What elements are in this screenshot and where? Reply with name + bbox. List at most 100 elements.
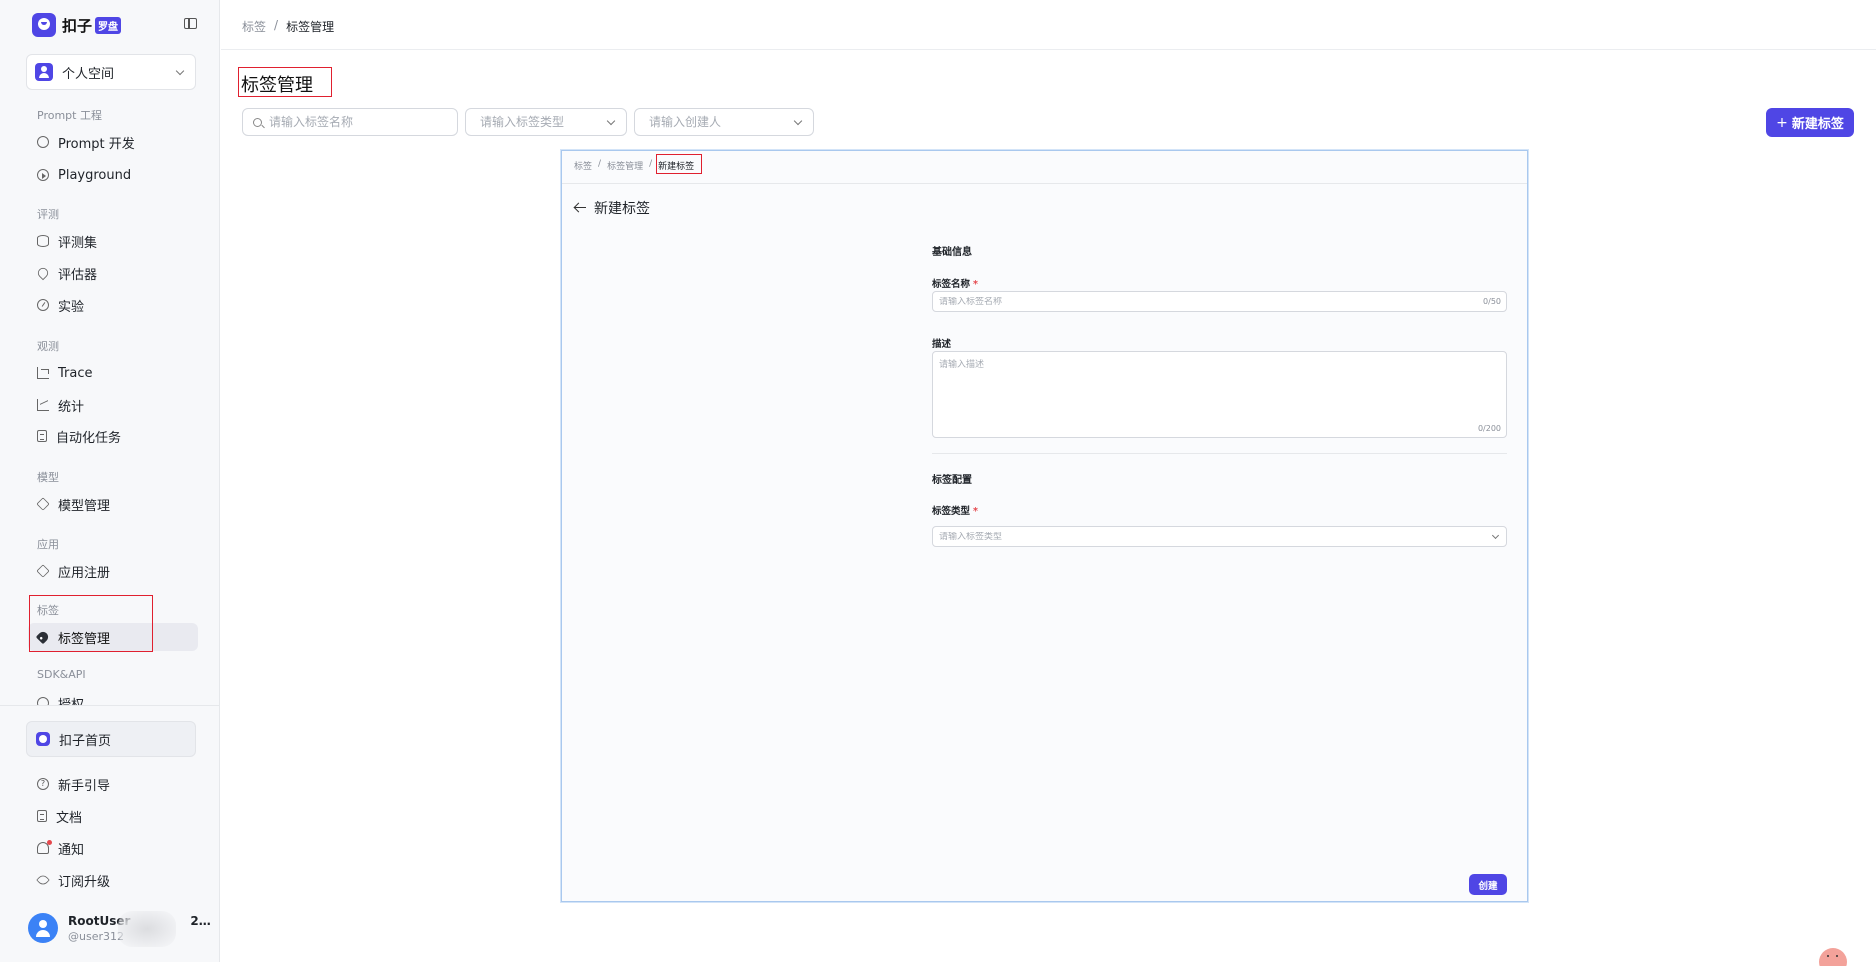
sidebar-item-label: Playground <box>58 167 132 183</box>
sidebar-item-docs[interactable]: 文档 <box>28 802 198 830</box>
group-label-model: 模型 <box>37 471 59 484</box>
description-textarea[interactable] <box>939 357 1439 387</box>
sidebar-item-evaluator[interactable]: 评估器 <box>28 259 198 287</box>
assistant-bot-icon[interactable] <box>1819 948 1847 966</box>
breadcrumb-item[interactable]: 标签管理 <box>607 159 643 172</box>
creator-filter[interactable] <box>634 108 814 136</box>
chevron-down-icon <box>1491 531 1500 540</box>
tag-name-input[interactable] <box>939 297 1439 307</box>
sidebar-item-label: 授权 <box>58 697 85 706</box>
sidebar-item-experiment[interactable]: 实验 <box>28 291 198 319</box>
breadcrumb: 标签 / 标签管理 <box>242 18 334 35</box>
tag-name-search[interactable] <box>242 108 458 136</box>
chart-icon <box>37 399 49 411</box>
tag-type-label: 标签类型 * <box>932 506 978 517</box>
required-mark: * <box>973 506 978 517</box>
top-bar <box>221 0 1876 50</box>
rocket-icon <box>36 873 50 887</box>
sidebar-item-label: 实验 <box>58 299 85 315</box>
task-icon <box>37 430 47 442</box>
brand[interactable]: 扣子 罗盘 <box>32 13 122 37</box>
panel-divider <box>562 183 1527 184</box>
brand-logo-icon <box>32 13 56 37</box>
sidebar-item-label: 文档 <box>56 810 83 826</box>
sidebar-item-prompt-dev[interactable]: Prompt 开发 <box>28 128 198 156</box>
breadcrumb-item[interactable]: 标签 <box>242 18 266 35</box>
group-label-evaluation: 评测 <box>37 208 59 221</box>
search-input[interactable] <box>269 115 449 129</box>
sidebar-item-label: 应用注册 <box>58 565 111 581</box>
sidebar: 扣子 罗盘 个人空间 Prompt 工程 Prompt 开发 Playgroun… <box>0 0 220 962</box>
sidebar-item-label: Prompt 开发 <box>58 136 135 152</box>
plus-icon: + <box>1776 114 1788 131</box>
group-label-prompt: Prompt 工程 <box>37 109 102 122</box>
new-tag-label: 新建标签 <box>1791 117 1844 132</box>
sidebar-collapse-icon[interactable] <box>184 18 197 29</box>
tag-type-select[interactable] <box>932 526 1507 547</box>
form-divider <box>932 453 1507 454</box>
creator-input[interactable] <box>649 115 779 129</box>
redacted-patch <box>118 911 176 947</box>
space-label: 个人空间 <box>62 66 115 82</box>
tag-name-label: 标签名称 * <box>932 279 978 290</box>
brand-name: 扣子 <box>62 16 93 35</box>
section-basic-info: 基础信息 <box>932 247 972 258</box>
sidebar-item-label: 模型管理 <box>58 498 111 514</box>
sidebar-item-guide[interactable]: ? 新手引导 <box>28 770 198 798</box>
chevron-down-icon <box>793 116 803 126</box>
tag-type-input[interactable] <box>480 115 610 129</box>
highlight-box <box>29 595 153 652</box>
breadcrumb-separator: / <box>598 159 602 169</box>
chevron-down-icon <box>175 66 185 76</box>
bell-icon <box>37 840 52 854</box>
home-button-label: 扣子首页 <box>59 733 112 749</box>
create-button[interactable]: 创建 <box>1469 874 1507 895</box>
sidebar-item-label: 通知 <box>58 842 85 858</box>
doc-icon <box>37 810 47 822</box>
space-selector[interactable]: 个人空间 <box>26 54 196 90</box>
sidebar-item-eval-set[interactable]: 评测集 <box>28 227 198 255</box>
sidebar-item-label: 新手引导 <box>58 778 111 794</box>
required-mark: * <box>973 279 978 290</box>
evaluator-icon <box>35 265 51 281</box>
sidebar-item-stats[interactable]: 统计 <box>28 391 198 419</box>
coze-home-icon <box>36 732 50 746</box>
group-label-observe: 观测 <box>37 340 59 353</box>
app-icon <box>36 564 50 578</box>
user-space-icon <box>35 63 53 81</box>
brand-tag: 罗盘 <box>95 16 122 34</box>
sidebar-item-auto-task[interactable]: 自动化任务 <box>28 422 198 450</box>
tag-name-field[interactable]: 0/50 <box>932 291 1507 312</box>
sidebar-item-upgrade[interactable]: 订阅升级 <box>28 866 198 894</box>
new-tag-button[interactable]: + 新建标签 <box>1766 108 1854 137</box>
sidebar-item-playground[interactable]: Playground <box>28 161 198 189</box>
sidebar-item-label: 订阅升级 <box>58 874 111 890</box>
breadcrumb-current: 标签管理 <box>286 20 335 34</box>
arrow-left-icon[interactable] <box>574 203 586 213</box>
trace-icon <box>37 367 49 379</box>
sidebar-item-trace[interactable]: Trace <box>28 359 198 387</box>
section-tag-config: 标签配置 <box>932 475 972 486</box>
highlight-box <box>238 67 332 97</box>
sidebar-item-label: 自动化任务 <box>56 430 122 446</box>
tag-type-filter[interactable] <box>465 108 627 136</box>
sidebar-item-label: 评估器 <box>58 267 98 283</box>
new-tag-panel: 标签 / 标签管理 / 新建标签 新建标签 基础信息 标签名称* 0/50 描述… <box>561 150 1528 902</box>
help-icon: ? <box>37 778 49 790</box>
home-button[interactable]: 扣子首页 <box>26 721 196 757</box>
sidebar-item-app-register[interactable]: 应用注册 <box>28 557 198 585</box>
sidebar-item-auth[interactable]: 授权 <box>28 690 198 705</box>
sidebar-item-notify[interactable]: 通知 <box>28 834 198 862</box>
sidebar-item-model-manage[interactable]: 模型管理 <box>28 490 198 518</box>
key-icon <box>37 697 49 705</box>
app-root: 扣子 罗盘 个人空间 Prompt 工程 Prompt 开发 Playgroun… <box>0 0 1876 966</box>
tag-type-select-input[interactable] <box>939 532 1439 542</box>
description-field[interactable]: 0/200 <box>932 351 1507 438</box>
panel-title: 新建标签 <box>594 201 650 217</box>
breadcrumb-separator: / <box>274 18 279 32</box>
group-label-sdk: SDK&API <box>37 668 86 681</box>
prompt-icon <box>37 136 49 148</box>
breadcrumb-separator: / <box>649 159 653 169</box>
model-icon <box>36 497 50 511</box>
breadcrumb-item[interactable]: 标签 <box>574 159 592 172</box>
